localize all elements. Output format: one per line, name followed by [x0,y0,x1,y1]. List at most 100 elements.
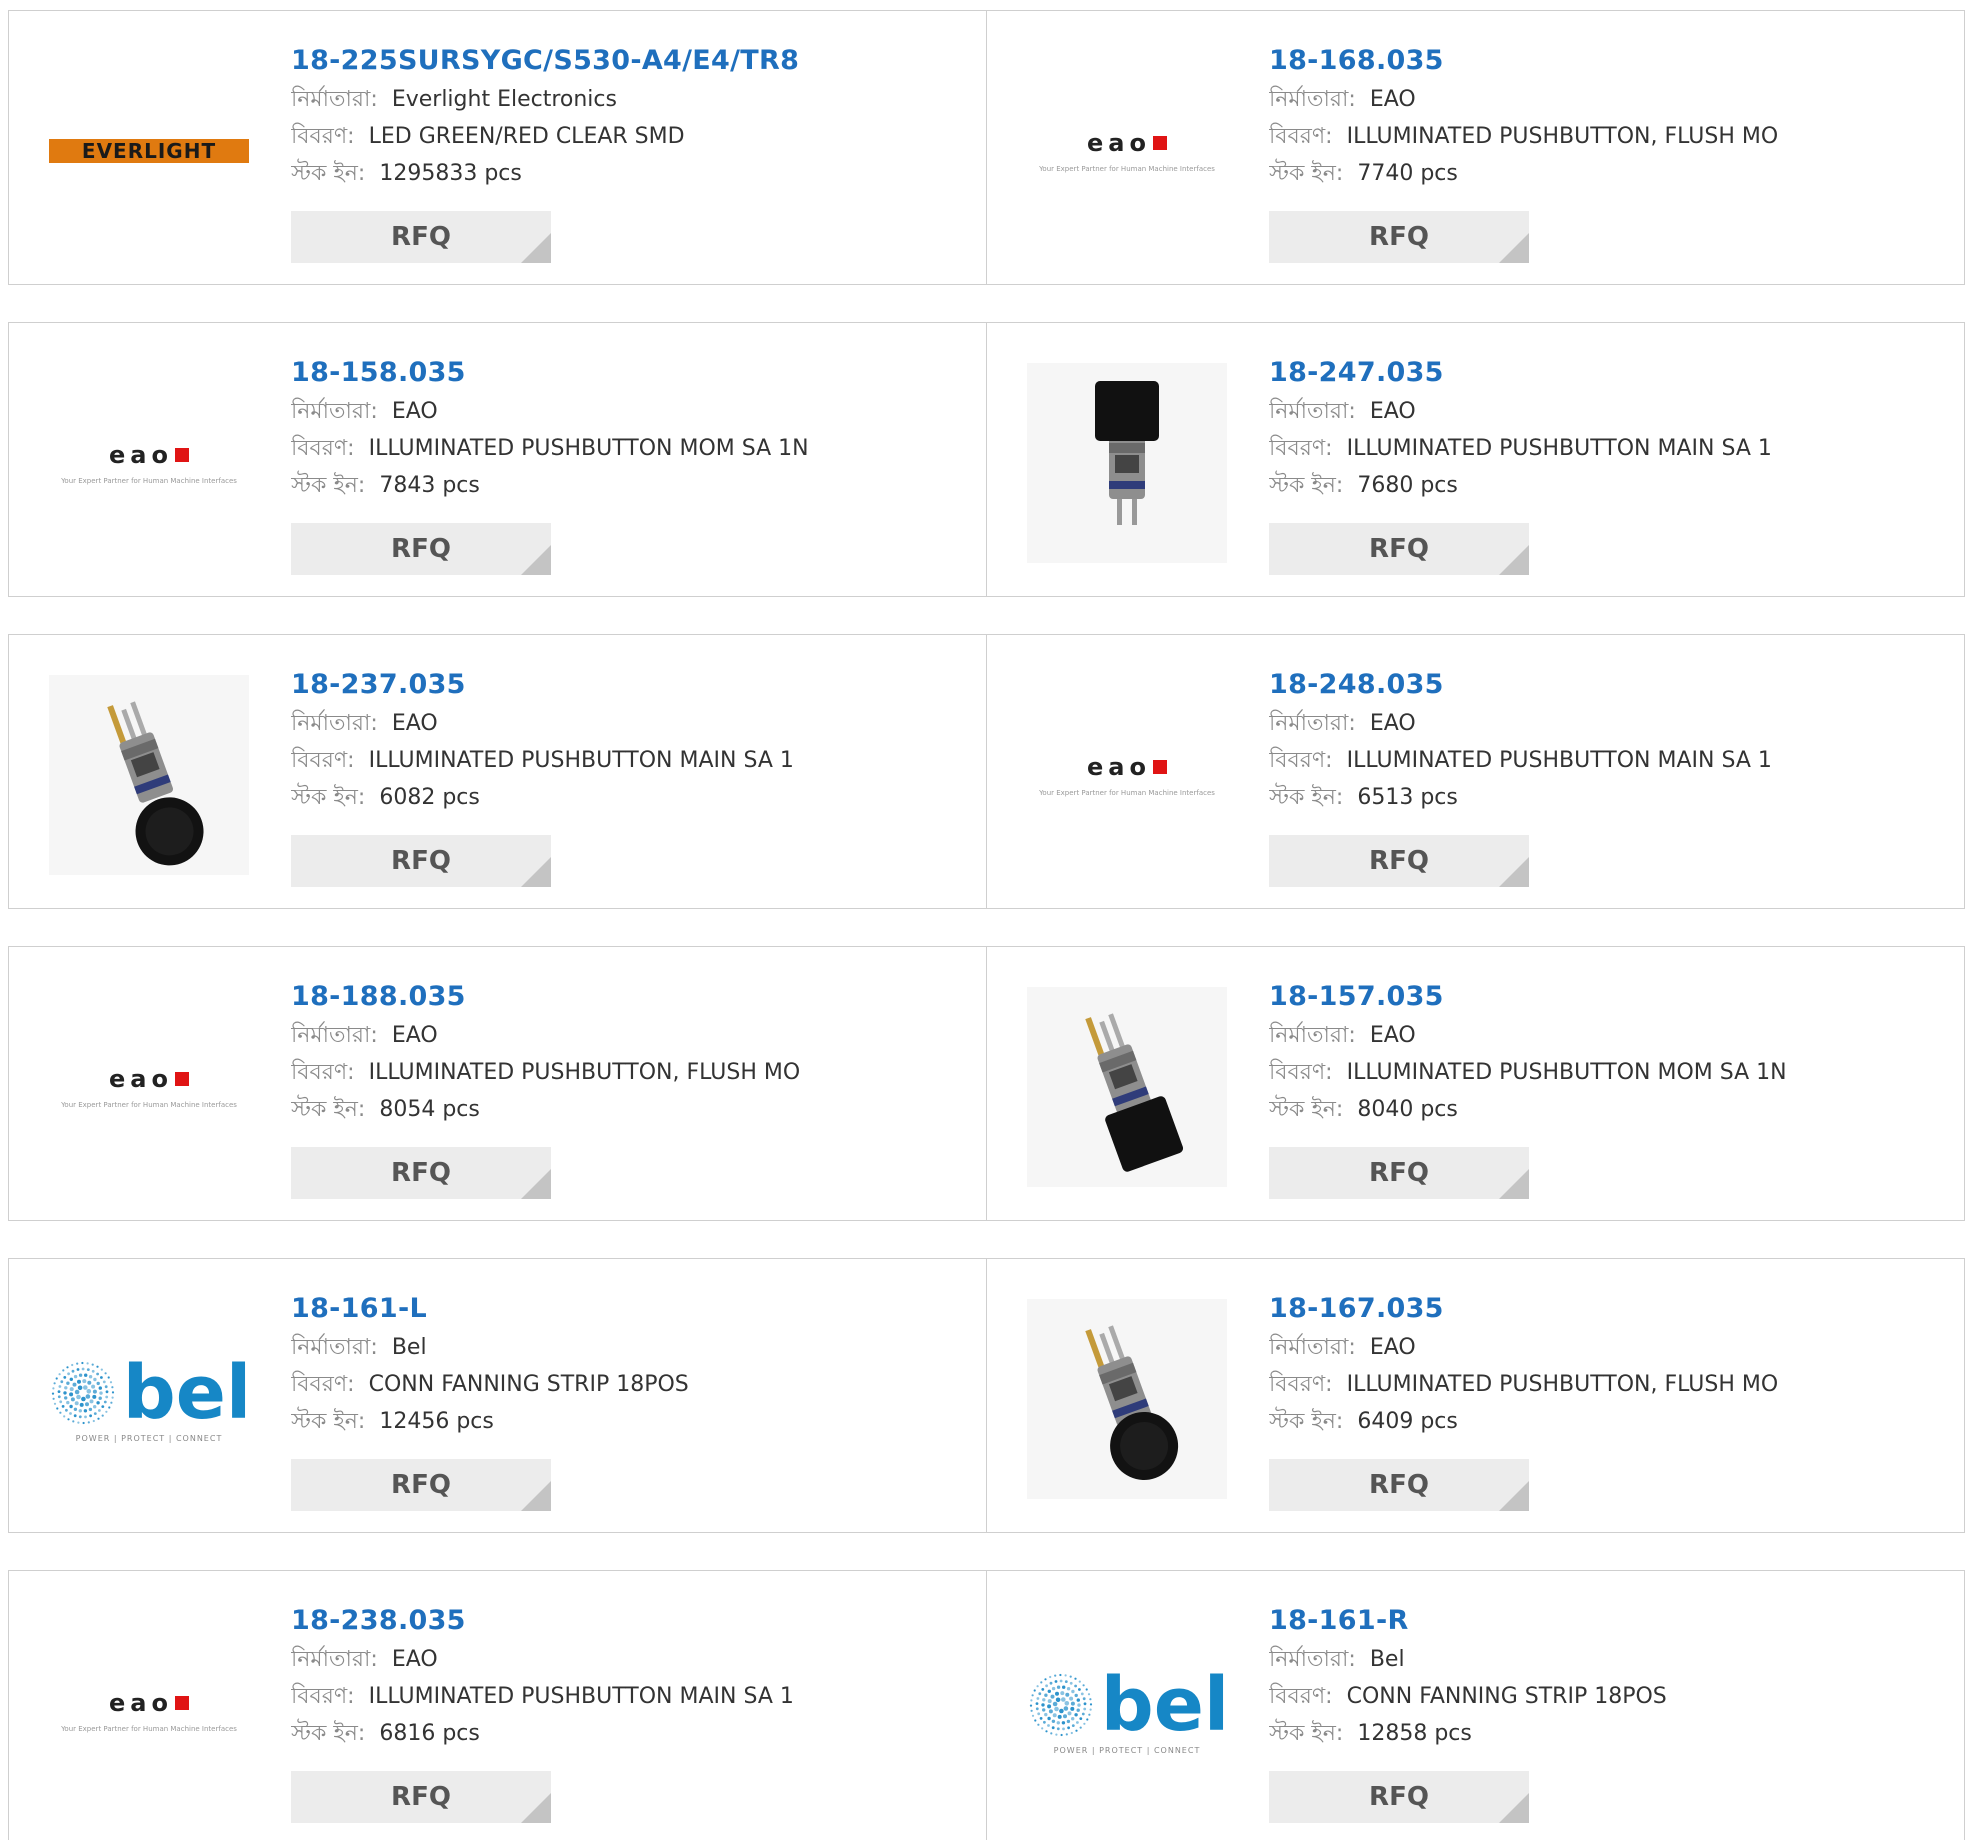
rfq-button[interactable]: RFQ [291,1771,551,1823]
manufacturer-label: নির্মাতারা: [291,1335,378,1360]
rfq-button[interactable]: RFQ [291,835,551,887]
stock-value: 8040 pcs [1357,1097,1458,1122]
description-value: LED GREEN/RED CLEAR SMD [368,124,685,149]
product-image[interactable]: eao Your Expert Partner for Human Machine… [49,987,249,1187]
stock-line: স্টক ইন: 6513 pcs [1269,779,1944,816]
manufacturer-value: EAO [1369,1023,1416,1048]
bel-logo: bel POWER | PROTECT | CONNECT [1027,1611,1229,1811]
product-info: 18-247.035 নির্মাতারা: EAO বিবরণ: ILLUMINA… [1269,353,1944,504]
product-image[interactable]: bel POWER | PROTECT | CONNECT [49,1299,251,1499]
description-line: বিবরণ: CONN FANNING STRIP 18POS [1269,1678,1944,1715]
description-label: বিবরণ: [291,1060,355,1085]
rfq-button[interactable]: RFQ [1269,1459,1529,1511]
rfq-button[interactable]: RFQ [1269,835,1529,887]
description-line: বিবরণ: ILLUMINATED PUSHBUTTON, FLUSH MO [291,1054,966,1091]
product-info: 18-158.035 নির্মাতারা: EAO বিবরণ: ILLUMINA… [291,353,966,504]
stock-value: 6082 pcs [379,785,480,810]
rfq-button[interactable]: RFQ [1269,1147,1529,1199]
description-label: বিবরণ: [291,436,355,461]
product-image[interactable] [49,675,249,875]
product-info: 18-157.035 নির্মাতারা: EAO বিবরণ: ILLUMINA… [1269,977,1944,1128]
description-line: বিবরণ: ILLUMINATED PUSHBUTTON MAIN SA 1 [1269,430,1944,467]
description-line: বিবরণ: LED GREEN/RED CLEAR SMD [291,118,966,155]
part-number-link[interactable]: 18-188.035 [291,977,966,1017]
part-number-link[interactable]: 18-237.035 [291,665,966,705]
product-image[interactable]: eao Your Expert Partner for Human Machine… [49,1611,249,1811]
stock-value: 6409 pcs [1357,1409,1458,1434]
product-info: 18-161-L নির্মাতারা: Bel বিবরণ: CONN FANNI… [291,1289,966,1440]
rfq-label: RFQ [391,846,451,876]
product-image[interactable] [1027,363,1227,563]
manufacturer-value: EAO [391,1023,438,1048]
product-info: 18-225SURSYGC/S530-A4/E4/TR8 নির্মাতারা:… [291,41,966,192]
part-number-link[interactable]: 18-248.035 [1269,665,1944,705]
product-card: 18-247.035 নির্মাতারা: EAO বিবরণ: ILLUMINA… [987,322,1965,597]
manufacturer-value: EAO [391,399,438,424]
corner-triangle-icon [521,233,551,263]
rfq-button[interactable]: RFQ [291,1147,551,1199]
product-info: 18-237.035 নির্মাতারা: EAO বিবরণ: ILLUMINA… [291,665,966,816]
part-number-link[interactable]: 18-168.035 [1269,41,1944,81]
product-image[interactable]: bel POWER | PROTECT | CONNECT [1027,1611,1229,1811]
part-number-link[interactable]: 18-238.035 [291,1601,966,1641]
manufacturer-line: নির্মাতারা: EAO [1269,1017,1944,1054]
description-value: ILLUMINATED PUSHBUTTON, FLUSH MO [368,1060,801,1085]
description-line: বিবরণ: ILLUMINATED PUSHBUTTON MAIN SA 1 [1269,742,1944,779]
corner-triangle-icon [521,1793,551,1823]
description-label: বিবরণ: [1269,124,1333,149]
rfq-button[interactable]: RFQ [1269,1771,1529,1823]
rfq-button[interactable]: RFQ [1269,523,1529,575]
manufacturer-value: EAO [1369,399,1416,424]
corner-triangle-icon [1499,1169,1529,1199]
product-image[interactable] [1027,987,1227,1187]
description-label: বিবরণ: [291,748,355,773]
corner-triangle-icon [521,857,551,887]
stock-value: 12456 pcs [379,1409,494,1434]
stock-label: স্টক ইন: [291,161,366,186]
corner-triangle-icon [521,545,551,575]
rfq-button[interactable]: RFQ [291,211,551,263]
stock-label: স্টক ইন: [1269,1097,1344,1122]
manufacturer-line: নির্মাতারা: EAO [1269,705,1944,742]
part-number-link[interactable]: 18-158.035 [291,353,966,393]
rfq-button[interactable]: RFQ [291,523,551,575]
description-line: বিবরণ: ILLUMINATED PUSHBUTTON, FLUSH MO [1269,1366,1944,1403]
part-number-link[interactable]: 18-161-R [1269,1601,1944,1641]
rfq-label: RFQ [391,534,451,564]
stock-line: স্টক ইন: 7843 pcs [291,467,966,504]
part-number-link[interactable]: 18-161-L [291,1289,966,1329]
description-label: বিবরণ: [1269,748,1333,773]
product-image[interactable]: EVERLIGHT [49,51,249,251]
corner-triangle-icon [1499,233,1529,263]
manufacturer-label: নির্মাতারা: [291,1023,378,1048]
part-number-link[interactable]: 18-225SURSYGC/S530-A4/E4/TR8 [291,41,966,81]
description-value: CONN FANNING STRIP 18POS [368,1372,689,1397]
corner-triangle-icon [1499,1793,1529,1823]
product-card: eao Your Expert Partner for Human Machine… [8,1570,987,1840]
stock-value: 7680 pcs [1357,473,1458,498]
description-value: ILLUMINATED PUSHBUTTON, FLUSH MO [1346,124,1779,149]
manufacturer-line: নির্মাতারা: EAO [291,705,966,742]
stock-line: স্টক ইন: 6409 pcs [1269,1403,1944,1440]
rfq-label: RFQ [391,1470,451,1500]
product-image[interactable]: eao Your Expert Partner for Human Machine… [1027,675,1227,875]
stock-value: 8054 pcs [379,1097,480,1122]
description-label: বিবরণ: [291,1372,355,1397]
rfq-button[interactable]: RFQ [1269,211,1529,263]
product-image[interactable] [1027,1299,1227,1499]
description-line: বিবরণ: CONN FANNING STRIP 18POS [291,1366,966,1403]
product-row: eao Your Expert Partner for Human Machine… [8,1570,1966,1840]
part-number-link[interactable]: 18-157.035 [1269,977,1944,1017]
manufacturer-value: Everlight Electronics [391,87,617,112]
product-card: 18-157.035 নির্মাতারা: EAO বিবরণ: ILLUMINA… [987,946,1965,1221]
stock-label: স্টক ইন: [1269,785,1344,810]
product-image[interactable]: eao Your Expert Partner for Human Machine… [49,363,249,563]
part-number-link[interactable]: 18-167.035 [1269,1289,1944,1329]
part-number-link[interactable]: 18-247.035 [1269,353,1944,393]
description-label: বিবরণ: [291,1684,355,1709]
rfq-button[interactable]: RFQ [291,1459,551,1511]
stock-label: স্টক ইন: [1269,161,1344,186]
description-line: বিবরণ: ILLUMINATED PUSHBUTTON MAIN SA 1 [291,1678,966,1715]
product-image[interactable]: eao Your Expert Partner for Human Machine… [1027,51,1227,251]
stock-line: স্টক ইন: 6816 pcs [291,1715,966,1752]
